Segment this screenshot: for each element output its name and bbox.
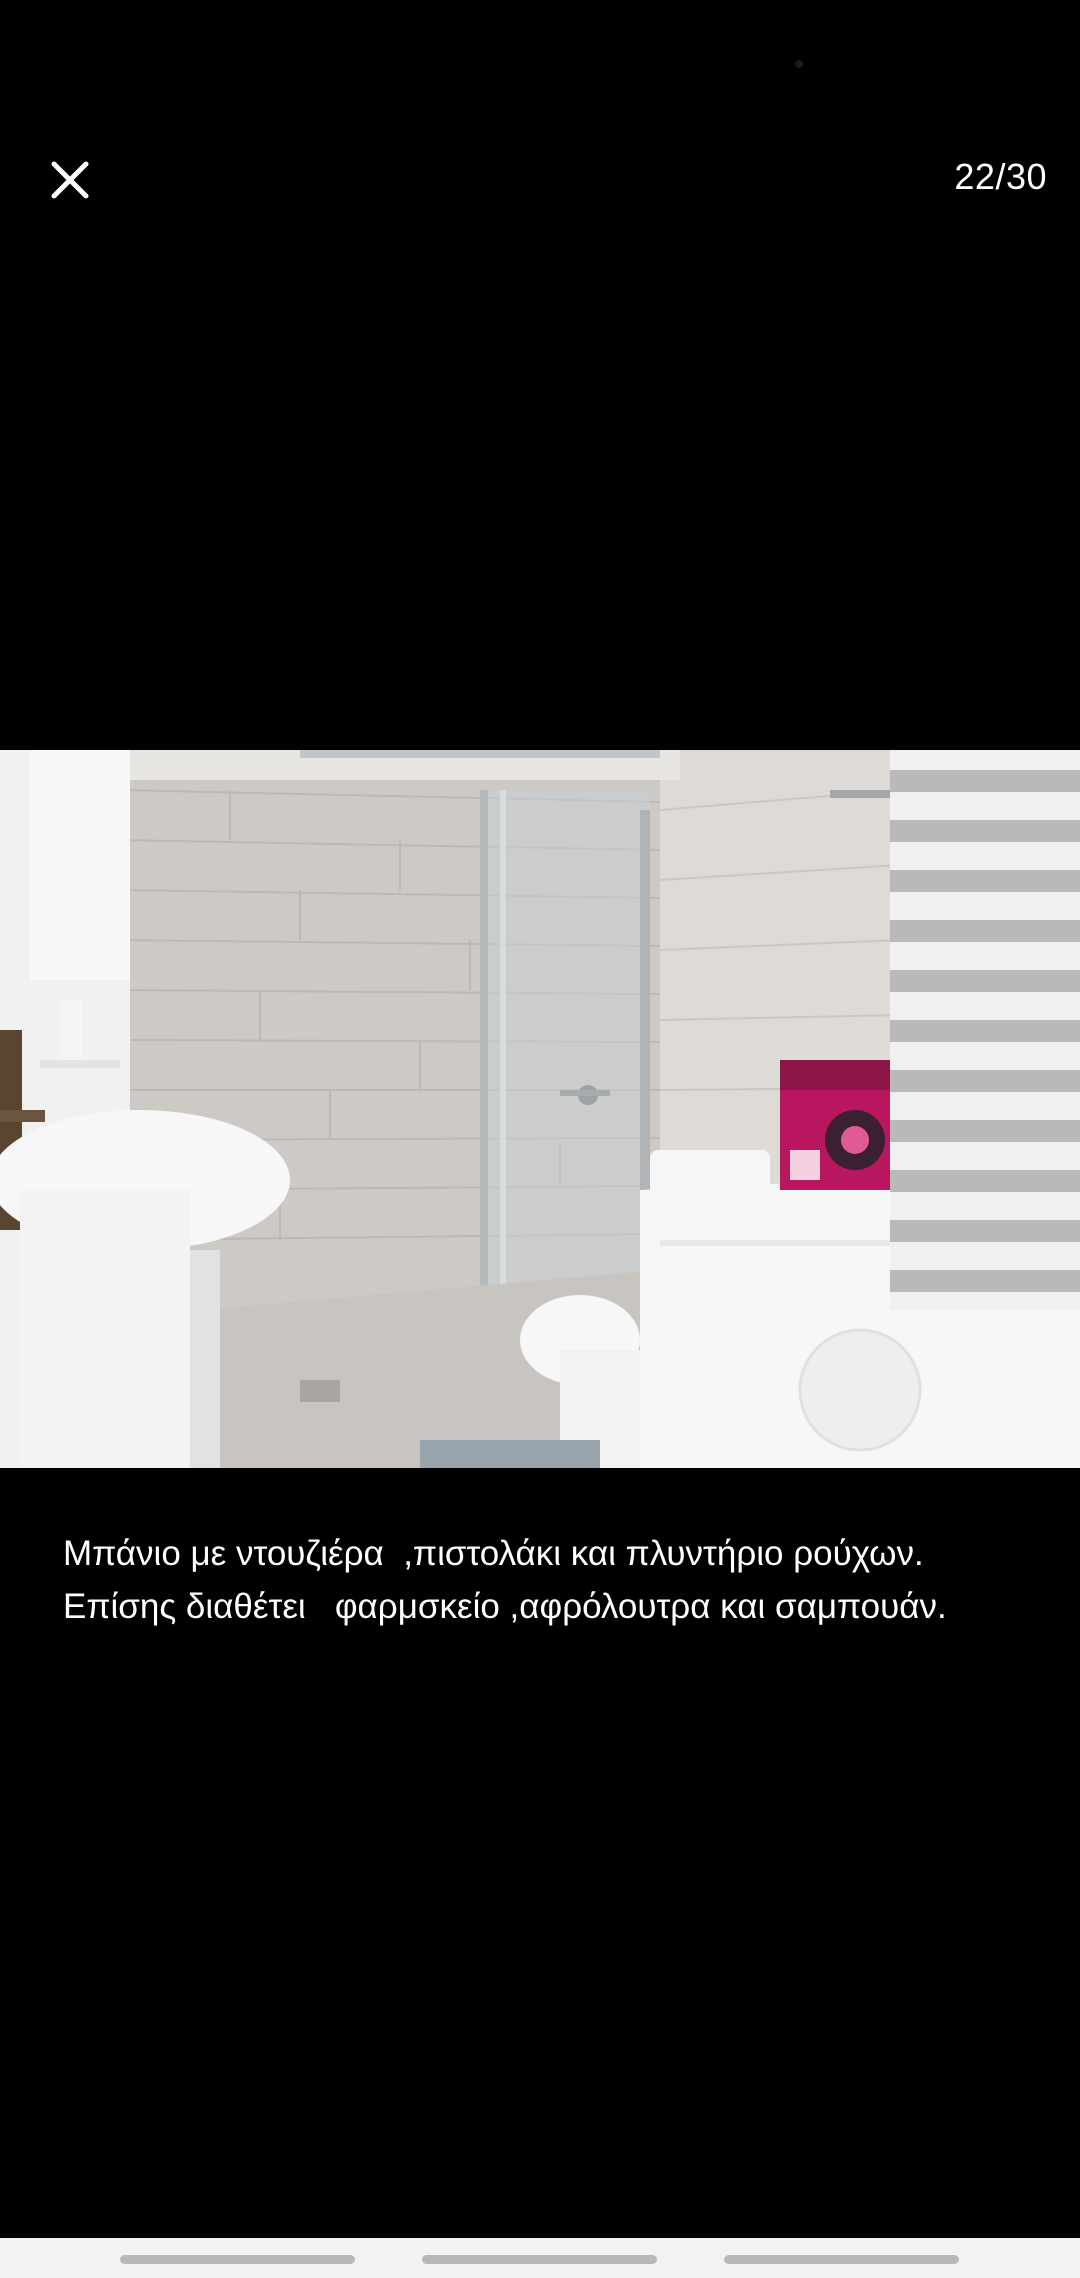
status-indicator [795,60,803,68]
system-nav-bar [0,2238,1080,2278]
photo-counter: 22/30 [954,156,1047,197]
viewer-top-bar: 22/30 [0,130,1080,230]
close-icon [51,161,89,199]
nav-home-pill[interactable] [422,2255,657,2264]
nav-back-pill[interactable] [724,2255,959,2264]
bathroom-image [0,750,1080,1468]
photo-caption: Μπάνιο με ντουζιέρα ,πιστολάκι και πλυντ… [63,1534,947,1626]
close-button[interactable] [40,150,100,210]
bathroom-photo[interactable] [0,750,1080,1468]
nav-recents-pill[interactable] [120,2255,355,2264]
status-bar [0,0,1080,130]
